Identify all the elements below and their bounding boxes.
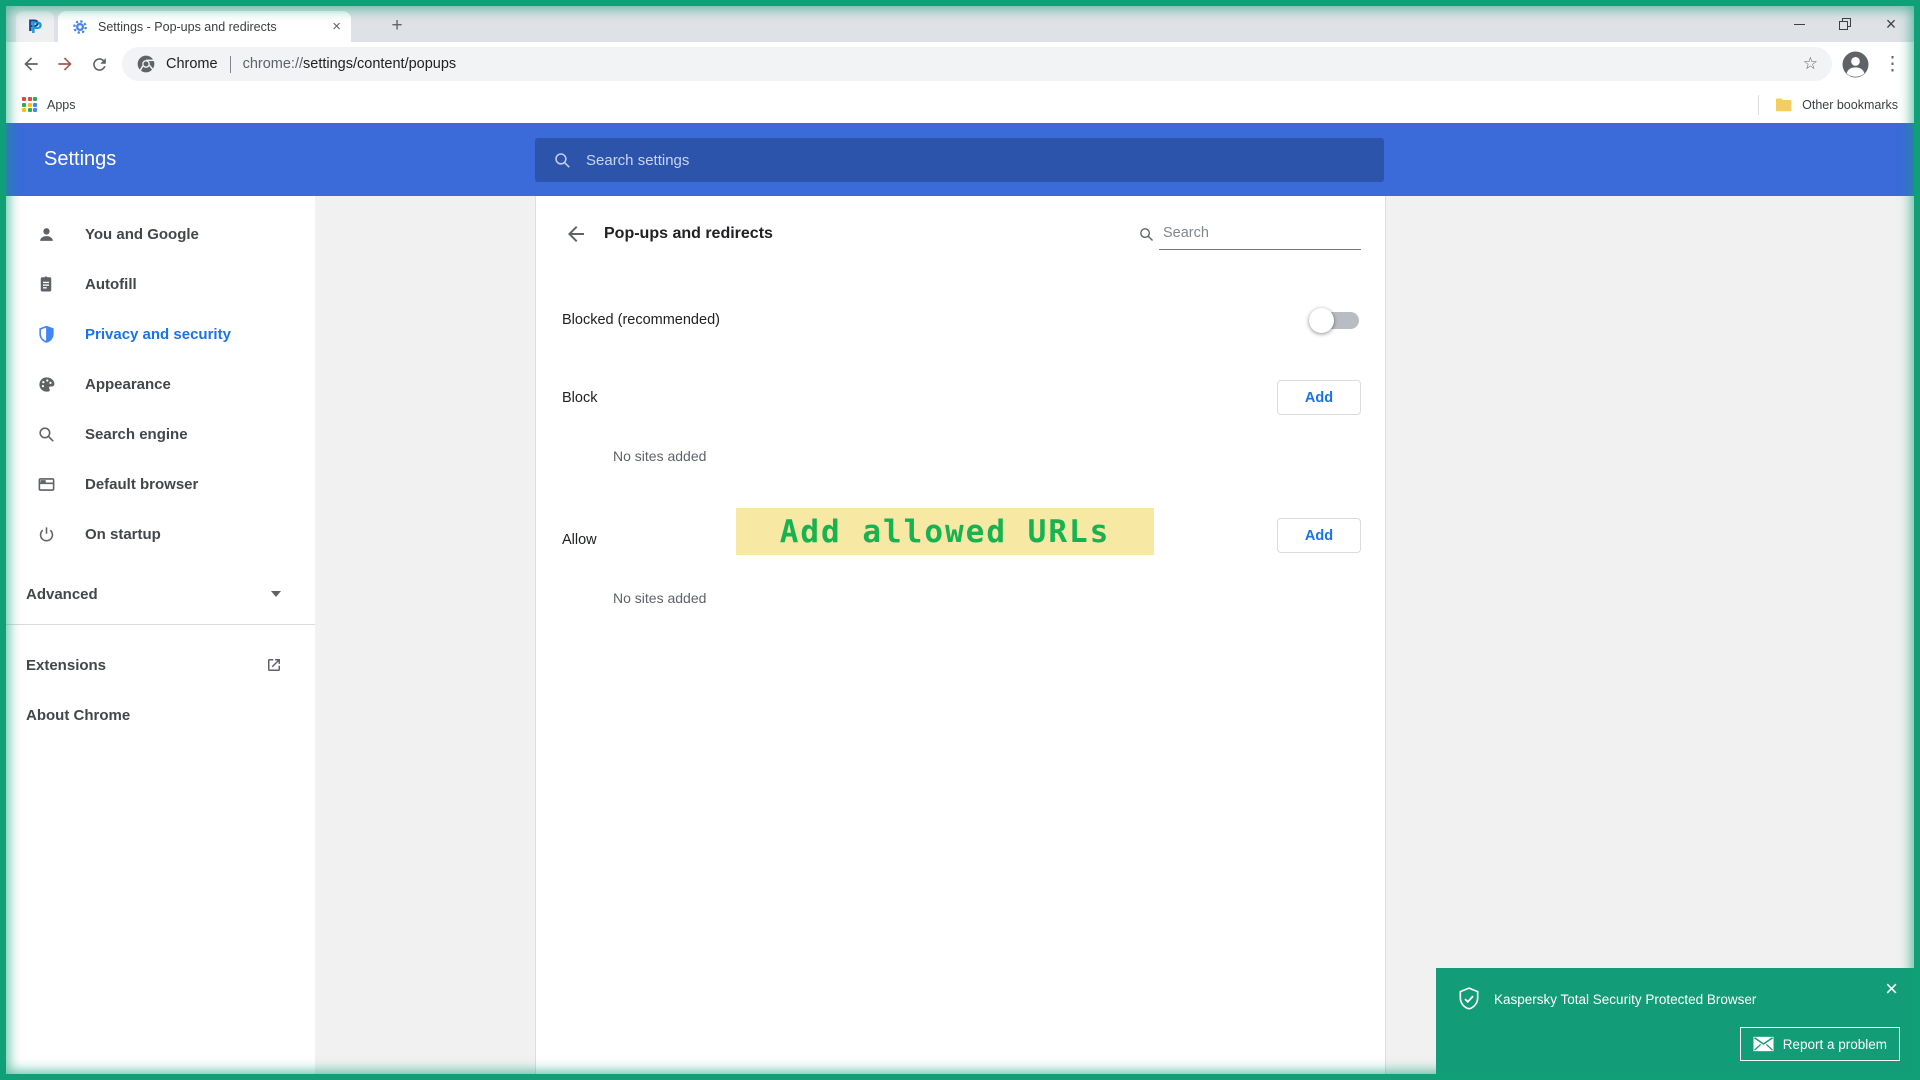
other-bookmarks[interactable]: Other bookmarks bbox=[1802, 98, 1898, 112]
report-problem-button[interactable]: Report a problem bbox=[1739, 1027, 1900, 1061]
browser-window-icon bbox=[36, 474, 56, 494]
tab-strip: P P Settings - Pop-ups and redirects × +… bbox=[6, 6, 1914, 42]
paypal-icon-front: P bbox=[31, 18, 43, 37]
settings-search-box[interactable]: Search settings bbox=[535, 138, 1384, 182]
sidebar-advanced[interactable]: Advanced bbox=[6, 574, 315, 614]
tab-title: Settings - Pop-ups and redirects bbox=[98, 19, 277, 34]
apps-grid-icon bbox=[22, 97, 37, 112]
sidebar-extensions[interactable]: Extensions bbox=[6, 645, 315, 685]
browser-toolbar: Chrome chrome://settings/content/popups … bbox=[6, 42, 1914, 86]
sidebar-item-autofill[interactable]: Autofill bbox=[6, 264, 315, 304]
page-title: Pop-ups and redirects bbox=[604, 225, 773, 242]
blocked-label: Blocked (recommended) bbox=[562, 312, 720, 328]
shield-icon bbox=[36, 324, 56, 344]
person-icon bbox=[36, 224, 56, 244]
allow-section-label: Allow bbox=[562, 532, 597, 548]
blocked-toggle-row: Blocked (recommended) bbox=[562, 300, 1361, 340]
kaspersky-notification: Kaspersky Total Security Protected Brows… bbox=[1436, 968, 1914, 1074]
toggle-knob bbox=[1309, 308, 1334, 333]
forward-button[interactable] bbox=[48, 47, 82, 81]
magnifier-icon bbox=[36, 424, 56, 444]
url-separator bbox=[229, 55, 231, 73]
back-button[interactable] bbox=[14, 47, 48, 81]
sidebar-about-chrome[interactable]: About Chrome bbox=[6, 695, 315, 735]
allow-add-button[interactable]: Add bbox=[1277, 518, 1361, 553]
blocked-toggle[interactable] bbox=[1309, 307, 1361, 333]
folder-icon bbox=[1776, 98, 1792, 112]
reload-button[interactable] bbox=[82, 47, 116, 81]
settings-gear-favicon bbox=[73, 19, 87, 34]
sidebar-item-you-and-google[interactable]: You and Google bbox=[6, 214, 315, 254]
apps-shortcut[interactable]: Apps bbox=[47, 98, 76, 112]
bookmark-star-icon[interactable]: ☆ bbox=[1803, 54, 1818, 74]
minimize-icon bbox=[1793, 23, 1805, 25]
kaspersky-shield-icon bbox=[1459, 987, 1479, 1010]
restore-icon bbox=[1839, 18, 1851, 30]
palette-icon bbox=[36, 374, 56, 394]
pinned-tab-paypal[interactable]: P P bbox=[16, 11, 54, 42]
back-arrow-icon[interactable] bbox=[564, 222, 588, 246]
sidebar-item-default-browser[interactable]: Default browser bbox=[6, 464, 315, 504]
chrome-page-icon bbox=[137, 55, 156, 74]
tab-settings[interactable]: Settings - Pop-ups and redirects × bbox=[58, 11, 351, 42]
new-tab-button[interactable]: + bbox=[384, 13, 410, 39]
annotation-highlight: Add allowed URLs bbox=[736, 508, 1154, 555]
close-icon[interactable]: × bbox=[1885, 978, 1898, 1000]
url-scheme: chrome:// bbox=[242, 56, 304, 72]
window-controls: × bbox=[1776, 6, 1914, 42]
sidebar-item-privacy-security[interactable]: Privacy and security bbox=[6, 314, 315, 354]
bookmarks-divider bbox=[1758, 94, 1760, 115]
settings-header: Settings Search settings bbox=[6, 123, 1914, 196]
annotation-text: Add allowed URLs bbox=[779, 513, 1111, 550]
chevron-down-icon bbox=[271, 591, 281, 597]
search-icon bbox=[1140, 228, 1154, 242]
clipboard-icon bbox=[36, 274, 56, 294]
sidebar-divider bbox=[6, 624, 315, 625]
profile-avatar[interactable] bbox=[1842, 51, 1869, 78]
external-link-icon bbox=[268, 659, 280, 671]
url-path: settings/content/popups bbox=[303, 56, 457, 72]
menu-icon[interactable]: ⋮ bbox=[1883, 53, 1902, 76]
site-label: Chrome bbox=[166, 56, 218, 72]
maximize-button[interactable] bbox=[1822, 6, 1868, 42]
block-section-label: Block bbox=[562, 390, 598, 406]
page-search-placeholder: Search bbox=[1159, 224, 1361, 250]
search-icon bbox=[555, 152, 570, 168]
page-search-field[interactable]: Search bbox=[1138, 224, 1361, 250]
address-bar[interactable]: Chrome chrome://settings/content/popups … bbox=[122, 47, 1832, 81]
settings-page: You and Google Autofill Privacy and secu… bbox=[6, 196, 1914, 1074]
sidebar-item-on-startup[interactable]: On startup bbox=[6, 514, 315, 554]
settings-title: Settings bbox=[44, 148, 117, 170]
bookmarks-bar: Apps Other bookmarks bbox=[6, 86, 1914, 123]
sidebar-item-appearance[interactable]: Appearance bbox=[6, 364, 315, 404]
block-add-button[interactable]: Add bbox=[1277, 380, 1361, 415]
close-window-button[interactable]: × bbox=[1868, 6, 1914, 42]
power-icon bbox=[36, 524, 56, 544]
minimize-button[interactable] bbox=[1776, 6, 1822, 42]
sidebar-item-search-engine[interactable]: Search engine bbox=[6, 414, 315, 454]
kaspersky-title: Kaspersky Total Security Protected Brows… bbox=[1494, 992, 1757, 1007]
settings-search-placeholder: Search settings bbox=[586, 151, 690, 169]
allow-empty-text: No sites added bbox=[613, 590, 707, 606]
settings-sidebar: You and Google Autofill Privacy and secu… bbox=[6, 196, 315, 1074]
envelope-icon bbox=[1753, 1036, 1774, 1052]
tab-close-icon[interactable]: × bbox=[332, 19, 341, 34]
popups-settings-card: Pop-ups and redirects Search Blocked (re… bbox=[535, 196, 1386, 1074]
block-empty-text: No sites added bbox=[613, 448, 707, 464]
